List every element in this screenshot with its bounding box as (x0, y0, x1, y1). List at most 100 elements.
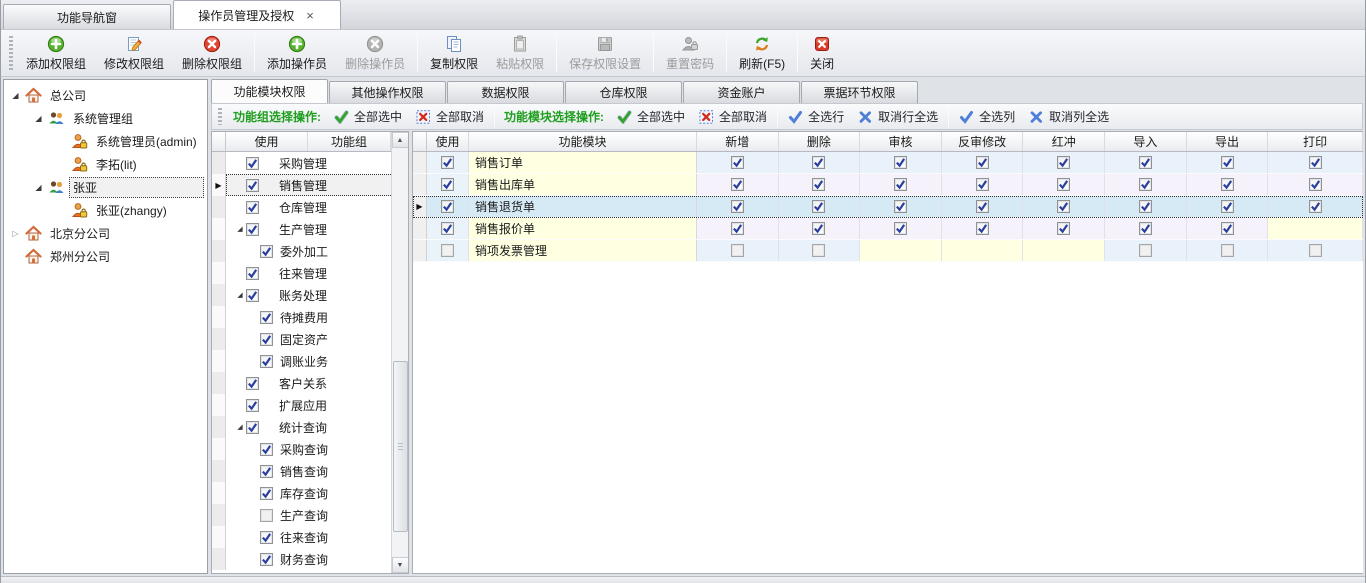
module-row[interactable]: 销项发票管理 (413, 240, 1363, 262)
selection-toolbar-grip[interactable] (218, 108, 222, 125)
checkbox[interactable] (1057, 222, 1070, 235)
checkbox[interactable] (731, 200, 744, 213)
column-header-8[interactable]: 导入 (1105, 132, 1187, 151)
checkbox[interactable] (976, 178, 989, 191)
scrollbar-track[interactable] (392, 148, 409, 557)
checkbox[interactable] (246, 201, 259, 214)
checkbox[interactable] (731, 222, 744, 235)
group-select-all-button[interactable]: 全部选中 (327, 106, 409, 127)
delete-permission-group-button[interactable]: 删除权限组 (173, 32, 251, 74)
tree-node[interactable]: ◢张亚 (4, 176, 207, 199)
checkbox[interactable] (441, 222, 454, 235)
checkbox[interactable] (260, 333, 273, 346)
checkbox[interactable] (1057, 178, 1070, 191)
checkbox[interactable] (894, 200, 907, 213)
checkbox[interactable] (1057, 200, 1070, 213)
checkbox[interactable] (246, 179, 259, 192)
checkbox[interactable] (246, 157, 259, 170)
tree-node[interactable]: 张亚(zhangy) (4, 199, 207, 222)
tab-bill-stage-perms[interactable]: 票据环节权限 (801, 81, 918, 103)
module-unselect-all-button[interactable]: 全部取消 (692, 106, 774, 127)
tree-node[interactable]: ▷北京分公司 (4, 222, 207, 245)
group-row[interactable]: 扩展应用 (212, 394, 393, 416)
group-row[interactable]: 待摊费用 (212, 306, 393, 328)
checkbox[interactable] (260, 311, 273, 324)
group-row[interactable]: ◢统计查询 (212, 416, 393, 438)
expanded-expander-icon[interactable]: ◢ (33, 114, 44, 123)
checkbox[interactable] (731, 244, 744, 257)
column-header-7[interactable]: 红冲 (1023, 132, 1105, 151)
checkbox[interactable] (812, 200, 825, 213)
module-select-all-button[interactable]: 全部选中 (610, 106, 692, 127)
checkbox[interactable] (1139, 244, 1152, 257)
tab-data-perms[interactable]: 数据权限 (447, 81, 564, 103)
checkbox[interactable] (812, 244, 825, 257)
collapsed-expander-icon[interactable]: ▷ (10, 229, 21, 238)
checkbox[interactable] (260, 553, 273, 566)
column-header-2[interactable]: 功能模块 (469, 132, 697, 151)
checkbox[interactable] (1139, 222, 1152, 235)
expanded-expander-icon[interactable]: ◢ (234, 225, 246, 233)
column-header-3[interactable]: 新增 (697, 132, 779, 151)
checkbox[interactable] (1309, 244, 1322, 257)
checkbox[interactable] (1139, 178, 1152, 191)
tab-fund-accounts[interactable]: 资金账户 (683, 81, 800, 103)
checkbox[interactable] (1309, 178, 1322, 191)
tree-node[interactable]: 系统管理员(admin) (4, 130, 207, 153)
checkbox[interactable] (246, 421, 259, 434)
column-header-6[interactable]: 反审修改 (942, 132, 1024, 151)
checkbox[interactable] (812, 156, 825, 169)
group-row[interactable]: ◢账务处理 (212, 284, 393, 306)
add-permission-group-button[interactable]: 添加权限组 (17, 32, 95, 74)
column-header-9[interactable]: 导出 (1187, 132, 1269, 151)
group-row[interactable]: 固定资产 (212, 328, 393, 350)
checkbox[interactable] (441, 178, 454, 191)
group-row[interactable]: 调账业务 (212, 350, 393, 372)
group-row[interactable]: 销售查询 (212, 460, 393, 482)
refresh-button[interactable]: 刷新(F5) (730, 32, 794, 74)
checkbox[interactable] (1139, 156, 1152, 169)
tab-function-navigator[interactable]: 功能导航窗 (3, 4, 171, 29)
checkbox[interactable] (976, 156, 989, 169)
checkbox[interactable] (1057, 156, 1070, 169)
module-row[interactable]: ▶销售退货单 (413, 196, 1363, 218)
group-row[interactable]: 采购查询 (212, 438, 393, 460)
unselect-column-button[interactable]: 取消列全选 (1022, 106, 1116, 127)
select-row-button[interactable]: 全选行 (781, 106, 851, 127)
checkbox[interactable] (1309, 156, 1322, 169)
tab-function-module-perms[interactable]: 功能模块权限 (211, 79, 328, 103)
close-button[interactable]: 关闭 (801, 32, 843, 74)
column-header-5[interactable]: 审核 (860, 132, 942, 151)
group-row[interactable]: ◢生产管理 (212, 218, 393, 240)
expanded-expander-icon[interactable]: ◢ (10, 91, 21, 100)
column-header-1[interactable]: 使用 (427, 132, 469, 151)
checkbox[interactable] (260, 531, 273, 544)
group-row[interactable]: 往来管理 (212, 262, 393, 284)
checkbox[interactable] (246, 223, 259, 236)
checkbox[interactable] (1221, 200, 1234, 213)
tree-node[interactable]: 李拓(lit) (4, 153, 207, 176)
expanded-expander-icon[interactable]: ◢ (234, 291, 246, 299)
checkbox[interactable] (731, 178, 744, 191)
group-row[interactable]: 仓库管理 (212, 196, 393, 218)
checkbox[interactable] (441, 200, 454, 213)
group-row[interactable]: ▶销售管理 (212, 174, 393, 196)
checkbox[interactable] (1221, 156, 1234, 169)
checkbox[interactable] (1139, 200, 1152, 213)
column-header-10[interactable]: 打印 (1268, 132, 1363, 151)
group-row[interactable]: 财务查询 (212, 548, 393, 570)
tab-operator-management[interactable]: 操作员管理及授权× (173, 0, 341, 29)
unselect-row-button[interactable]: 取消行全选 (851, 106, 945, 127)
checkbox[interactable] (1309, 200, 1322, 213)
tab-other-operation-perms[interactable]: 其他操作权限 (329, 81, 446, 103)
tab-warehouse-perms[interactable]: 仓库权限 (565, 81, 682, 103)
checkbox[interactable] (246, 399, 259, 412)
group-unselect-all-button[interactable]: 全部取消 (409, 106, 491, 127)
checkbox[interactable] (246, 267, 259, 280)
group-row[interactable]: 采购管理 (212, 152, 393, 174)
checkbox[interactable] (260, 487, 273, 500)
scrollbar-thumb[interactable] (393, 361, 408, 533)
checkbox[interactable] (812, 222, 825, 235)
select-column-button[interactable]: 全选列 (952, 106, 1022, 127)
checkbox[interactable] (260, 443, 273, 456)
